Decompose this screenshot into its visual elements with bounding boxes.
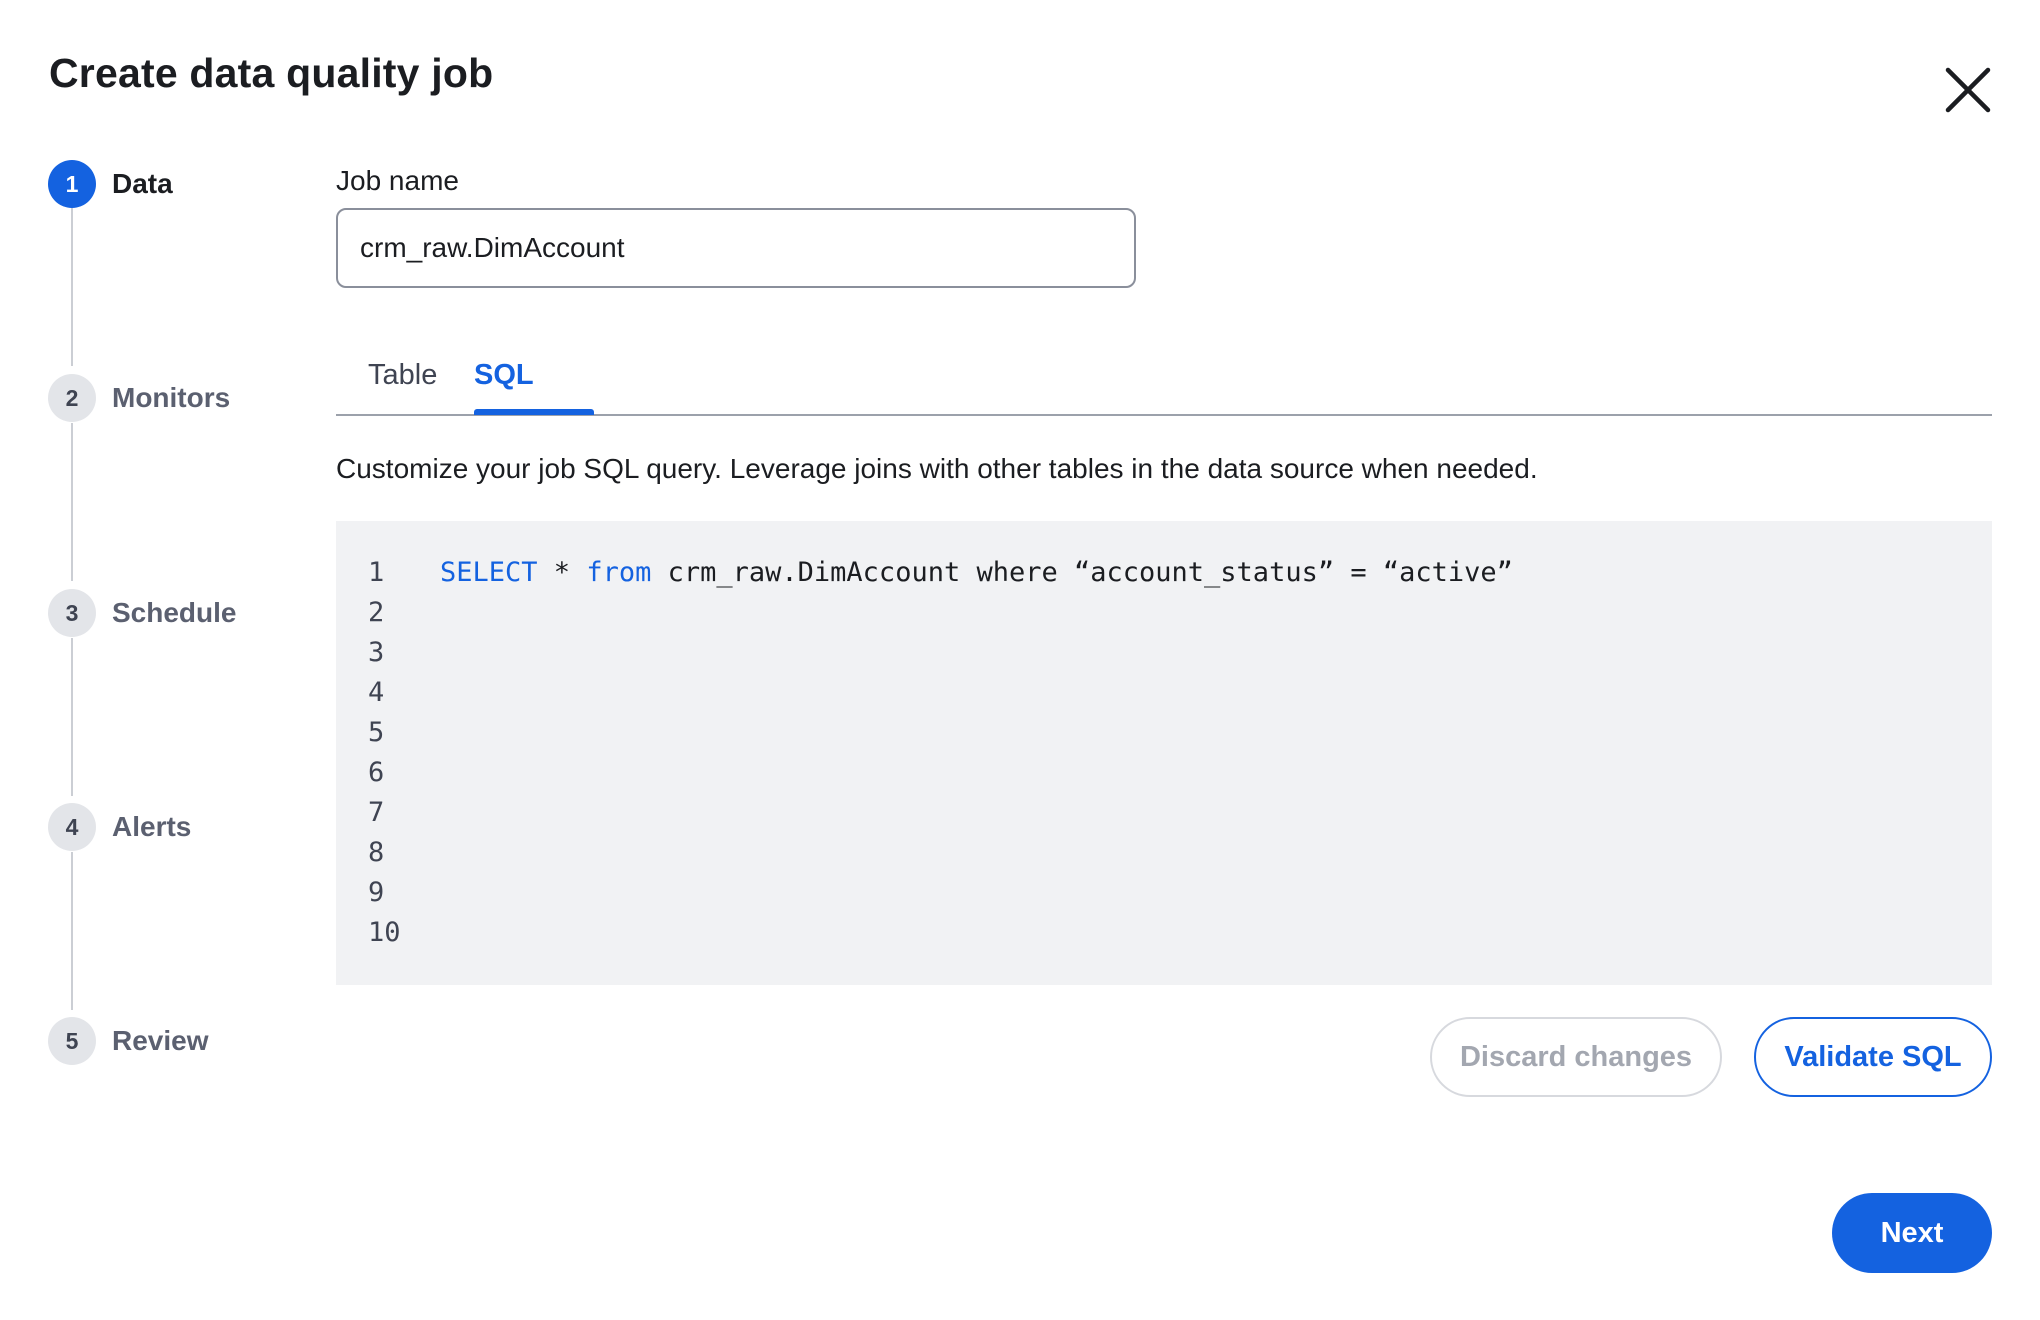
line-number: 3: [368, 636, 385, 668]
tab-table[interactable]: Table: [368, 356, 437, 416]
query-mode-tabs: Table SQL: [336, 356, 1992, 416]
active-tab-indicator: [474, 409, 594, 415]
step-label: Data: [112, 168, 173, 199]
step-number: 5: [48, 1017, 96, 1065]
job-name-label: Job name: [336, 165, 459, 196]
step-number: 4: [48, 803, 96, 851]
step-alerts[interactable]: 4 Alerts: [48, 802, 191, 852]
sql-keyword: from: [586, 556, 652, 588]
line-number: 2: [368, 596, 385, 628]
step-number: 1: [48, 160, 96, 208]
close-icon: [1945, 67, 1991, 113]
sql-expression: crm_raw.DimAccount where “account_status…: [651, 556, 1513, 588]
step-review[interactable]: 5 Review: [48, 1016, 209, 1066]
sql-editor[interactable]: 1 SELECT * from crm_raw.DimAccount where…: [336, 521, 1992, 985]
step-connector: [71, 638, 73, 796]
step-label: Review: [112, 1025, 209, 1056]
step-number: 3: [48, 589, 96, 637]
line-number: 1: [368, 556, 385, 588]
line-number: 9: [368, 876, 385, 908]
step-schedule[interactable]: 3 Schedule: [48, 588, 236, 638]
step-label: Monitors: [112, 382, 231, 413]
step-connector: [71, 852, 73, 1010]
tab-sql[interactable]: SQL: [474, 356, 534, 416]
sql-operator: *: [537, 556, 587, 588]
sql-description: Customize your job SQL query. Leverage j…: [336, 453, 1538, 484]
line-number: 4: [368, 676, 385, 708]
step-data[interactable]: 1 Data: [48, 159, 173, 209]
dialog-title: Create data quality job: [49, 50, 494, 96]
step-monitors[interactable]: 2 Monitors: [48, 373, 230, 423]
close-button[interactable]: [1940, 62, 1996, 118]
step-label: Alerts: [112, 811, 192, 842]
step-connector: [71, 208, 73, 366]
step-label: Schedule: [112, 597, 237, 628]
discard-changes-button[interactable]: Discard changes: [1430, 1017, 1722, 1097]
job-name-input[interactable]: [336, 208, 1136, 288]
sql-query: SELECT * from crm_raw.DimAccount where “…: [440, 557, 1513, 588]
next-button[interactable]: Next: [1832, 1193, 1992, 1273]
line-number: 7: [368, 796, 385, 828]
line-number: 8: [368, 836, 385, 868]
validate-sql-button[interactable]: Validate SQL: [1754, 1017, 1992, 1097]
line-number: 10: [368, 916, 401, 948]
step-connector: [71, 423, 73, 581]
step-number: 2: [48, 374, 96, 422]
line-number: 5: [368, 716, 385, 748]
create-job-dialog: Create data quality job 1 Data 2 Monitor…: [0, 0, 2040, 1320]
line-number: 6: [368, 756, 385, 788]
sql-keyword: SELECT: [440, 556, 538, 588]
